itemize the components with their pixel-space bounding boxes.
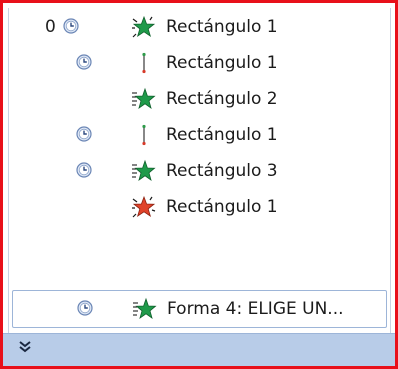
red-star-effect-icon [132, 195, 156, 218]
item-order-number: 0 [45, 17, 56, 37]
green-star-effect-icon [132, 159, 156, 181]
green-star-effect-icon [133, 297, 157, 319]
clock-icon [76, 54, 92, 70]
list-item-selected[interactable]: Forma 4: ELIGE UN... [12, 290, 387, 328]
list-item[interactable]: Rectángulo 3 [9, 153, 390, 189]
list-item[interactable]: Rectángulo 1 [9, 45, 390, 81]
item-label: Forma 4: ELIGE UN... [167, 299, 344, 319]
animation-pane-frame: 0 Rectángulo 1 Rectángulo 1 Rectángulo 2… [0, 0, 398, 369]
clock-icon [76, 126, 92, 142]
item-label: Rectángulo 1 [166, 17, 278, 37]
list-item[interactable]: Rectángulo 1 [9, 189, 390, 225]
item-label: Rectángulo 1 [166, 125, 278, 145]
list-item[interactable]: Rectángulo 2 [9, 81, 390, 117]
clock-icon [63, 18, 79, 34]
expand-contents-bar[interactable] [3, 333, 395, 366]
list-item[interactable]: 0 Rectángulo 1 [9, 9, 390, 45]
animation-list: 0 Rectángulo 1 Rectángulo 1 Rectángulo 2… [8, 8, 391, 366]
motion-path-icon [142, 52, 146, 74]
motion-path-icon [142, 124, 146, 146]
item-label: Rectángulo 1 [166, 53, 278, 73]
double-chevron-down-icon[interactable] [18, 340, 32, 354]
clock-icon [77, 300, 93, 316]
item-label: Rectángulo 1 [166, 197, 278, 217]
item-label: Rectángulo 2 [166, 89, 278, 109]
green-star-effect-icon [132, 15, 156, 38]
item-label: Rectángulo 3 [166, 161, 278, 181]
clock-icon [76, 162, 92, 178]
green-star-effect-icon [132, 87, 156, 109]
list-item[interactable]: Rectángulo 1 [9, 117, 390, 153]
